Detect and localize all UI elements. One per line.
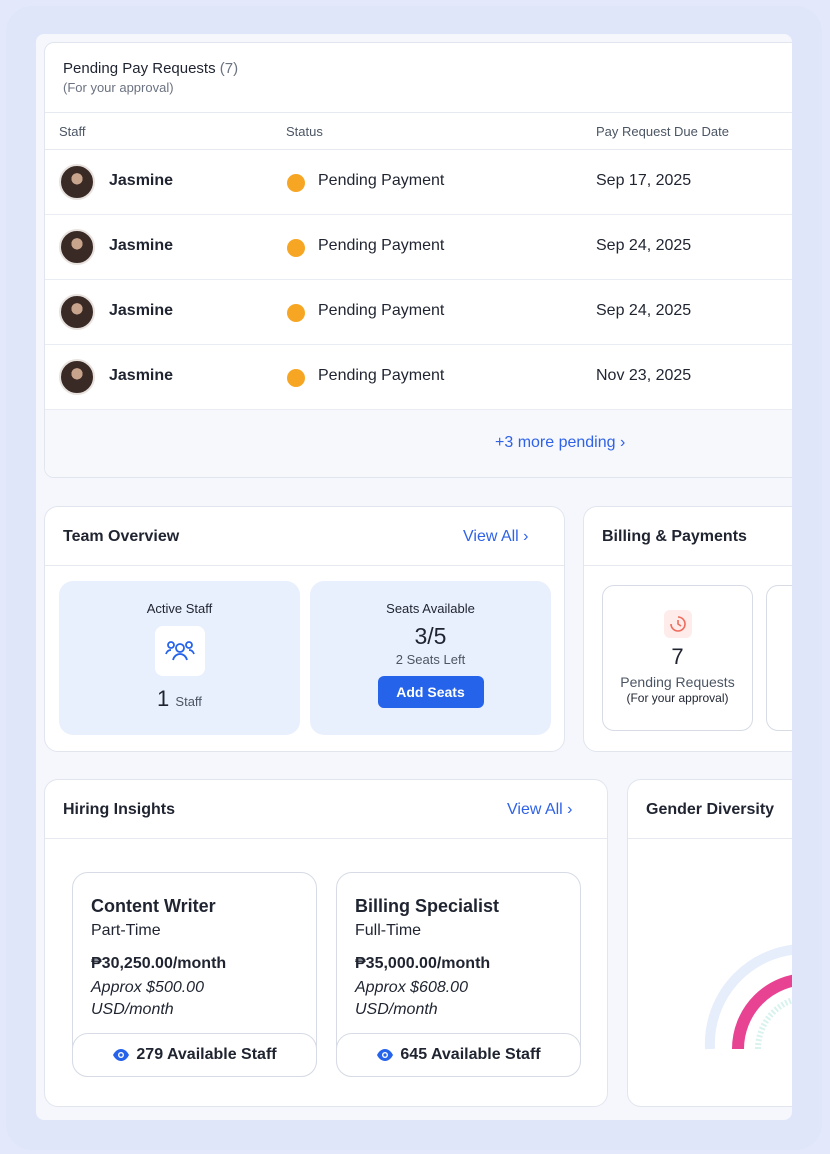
billing-payments-card: Billing & Payments 7 Pending Requests (F… [583,506,792,752]
active-staff-tile: Active Staff 1 Staff [59,581,300,735]
staff-name: Jasmine [109,302,174,319]
billing-tile-partial[interactable] [766,585,792,731]
gender-title: Gender Diversity [646,801,775,818]
active-staff-count: 1 [157,686,170,711]
available-staff-button[interactable]: 279 Available Staff [72,1033,317,1077]
column-status: Status [286,124,323,139]
table-row[interactable]: Jasmine Pending Payment Nov 23, 2025 [45,345,792,410]
active-staff-label: Active Staff [146,601,213,616]
team-overview-card: Team Overview View All › Active Staff 1 … [44,506,565,752]
clock-icon [663,610,692,638]
more-pending-link[interactable]: +3 more pending › [495,434,625,452]
pending-requests-tile[interactable]: 7 Pending Requests (For your approval) [602,585,753,731]
pending-status-icon [287,239,305,257]
gender-donut-chart [704,944,792,1050]
due-date: Sep 24, 2025 [596,302,692,319]
seats-left: 2 Seats Left [395,652,466,667]
job-pay: ₱35,000.00/month [355,955,491,972]
staff-name: Jasmine [109,367,174,384]
job-pay: ₱30,250.00/month [91,955,227,972]
active-staff-unit: Staff [175,694,202,709]
job-title: Content Writer [91,896,216,916]
pending-title: Pending Pay Requests (7) [63,60,792,77]
avatar [59,164,95,200]
seats-value: 3/5 [414,623,447,649]
pending-requests-count: 7 [671,644,684,669]
available-staff-text: 645 Available Staff [400,1046,541,1063]
status-text: Pending Payment [318,237,445,254]
more-pending-footer: +3 more pending › [45,410,792,477]
table-header: Staff Status Pay Request Due Date [45,113,792,150]
hiring-header: Hiring Insights View All › [45,780,607,839]
pending-header: Pending Pay Requests (7) (For your appro… [45,43,792,113]
job-approx-usd: Approx $608.00 USD/month [355,979,468,1018]
pending-requests-sub: (For your approval) [626,691,729,705]
job-approx-usd: Approx $500.00 USD/month [91,979,204,1018]
pending-title-text: Pending Pay Requests [63,60,216,77]
avatar [59,229,95,265]
seats-available-tile: Seats Available 3/5 2 Seats Left Add Sea… [310,581,551,735]
due-date: Nov 23, 2025 [596,367,692,384]
status-text: Pending Payment [318,302,445,319]
job-title: Billing Specialist [355,896,500,916]
job-card[interactable]: Content Writer Part-Time ₱30,250.00/mont… [72,872,317,1077]
add-seats-button[interactable]: Add Seats [377,676,484,708]
team-overview-title: Team Overview [63,528,180,545]
team-view-all-link[interactable]: View All › [463,528,529,546]
seats-available-label: Seats Available [386,601,475,616]
pending-requests-label: Pending Requests [620,674,735,690]
pending-status-icon [287,369,305,387]
hiring-insights-card: Hiring Insights View All › Content Write… [44,779,608,1107]
gender-header: Gender Diversity [628,780,792,839]
staff-name: Jasmine [109,172,174,189]
job-card[interactable]: Billing Specialist Full-Time ₱35,000.00/… [336,872,581,1077]
dashboard-panel: Pending Pay Requests (7) (For your appro… [36,34,792,1120]
staff-name: Jasmine [109,237,174,254]
job-type: Part-Time [91,922,161,939]
table-row[interactable]: Jasmine Pending Payment Sep 24, 2025 [45,280,792,345]
billing-title: Billing & Payments [602,528,747,545]
avatar [59,359,95,395]
table-row[interactable]: Jasmine Pending Payment Sep 17, 2025 [45,150,792,215]
team-overview-header: Team Overview View All › [45,507,564,566]
due-date: Sep 17, 2025 [596,172,692,189]
billing-header: Billing & Payments [584,507,792,566]
due-date: Sep 24, 2025 [596,237,692,254]
available-staff-button[interactable]: 645 Available Staff [336,1033,581,1077]
column-due-date: Pay Request Due Date [596,124,729,139]
pending-status-icon [287,174,305,192]
avatar [59,294,95,330]
gender-diversity-card: Gender Diversity [627,779,792,1107]
active-staff-value: 1 Staff [59,686,300,712]
available-staff-text: 279 Available Staff [136,1046,277,1063]
pending-pay-requests-card: Pending Pay Requests (7) (For your appro… [44,42,792,478]
job-type: Full-Time [355,922,422,939]
status-text: Pending Payment [318,172,445,189]
eye-icon [376,1037,394,1079]
pending-status-icon [287,304,305,322]
status-text: Pending Payment [318,367,445,384]
column-staff: Staff [59,124,86,139]
pending-count: (7) [219,60,239,77]
pending-subtitle: (For your approval) [63,80,174,95]
hiring-view-all-link[interactable]: View All › [507,801,573,819]
eye-icon [112,1037,130,1079]
table-row[interactable]: Jasmine Pending Payment Sep 24, 2025 [45,215,792,280]
team-icon [154,626,205,676]
hiring-title: Hiring Insights [63,801,175,818]
